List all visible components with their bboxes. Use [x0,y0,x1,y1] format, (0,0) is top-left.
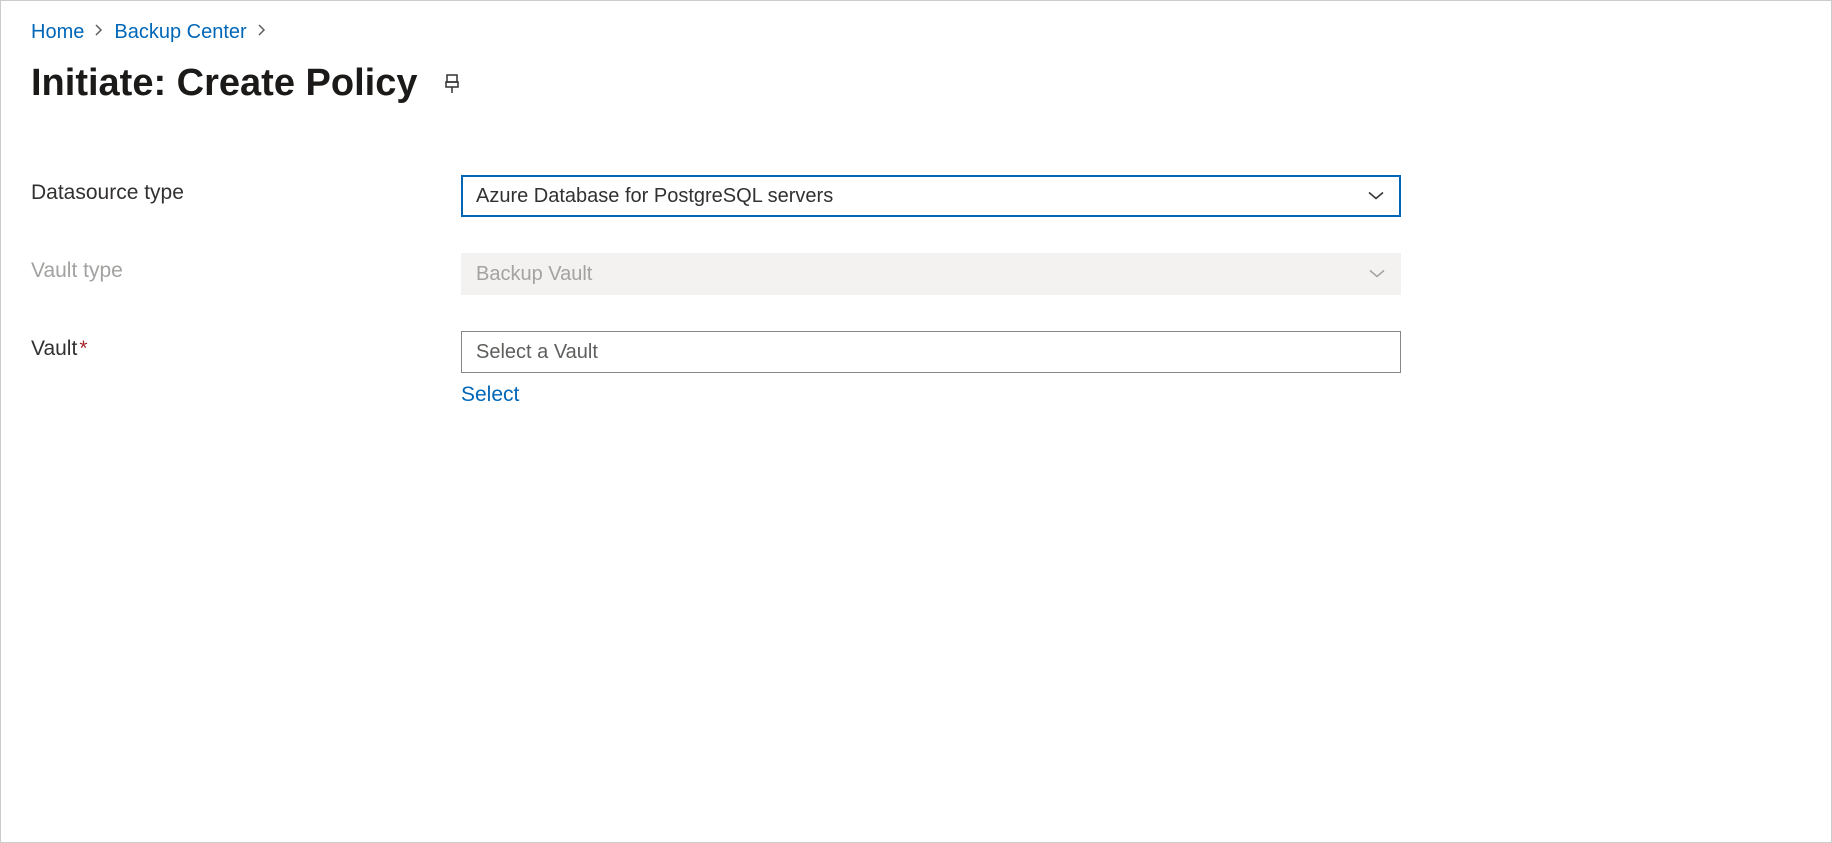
breadcrumb: Home Backup Center [31,21,1801,44]
form-row-vault: Vault* Select [31,331,1801,407]
select-vault-link[interactable]: Select [461,383,519,407]
chevron-right-icon [257,23,267,42]
required-indicator: * [79,337,87,360]
chevron-right-icon [94,23,104,42]
chevron-down-icon [1367,185,1385,208]
label-vault-type: Vault type [31,253,461,283]
page-header: Initiate: Create Policy [31,62,1801,105]
dropdown-vault-type: Backup Vault [461,253,1401,295]
dropdown-datasource-type[interactable]: Azure Database for PostgreSQL servers [461,175,1401,217]
label-vault: Vault* [31,331,461,361]
chevron-down-icon [1368,263,1386,286]
breadcrumb-backup-center[interactable]: Backup Center [114,21,246,44]
form-row-datasource-type: Datasource type Azure Database for Postg… [31,175,1801,217]
page-title: Initiate: Create Policy [31,62,417,105]
pin-icon[interactable] [441,73,463,95]
dropdown-datasource-type-value: Azure Database for PostgreSQL servers [476,185,833,208]
label-datasource-type: Datasource type [31,175,461,205]
dropdown-vault-type-value: Backup Vault [476,263,592,286]
form-row-vault-type: Vault type Backup Vault [31,253,1801,295]
breadcrumb-home[interactable]: Home [31,21,84,44]
input-vault[interactable] [461,331,1401,373]
